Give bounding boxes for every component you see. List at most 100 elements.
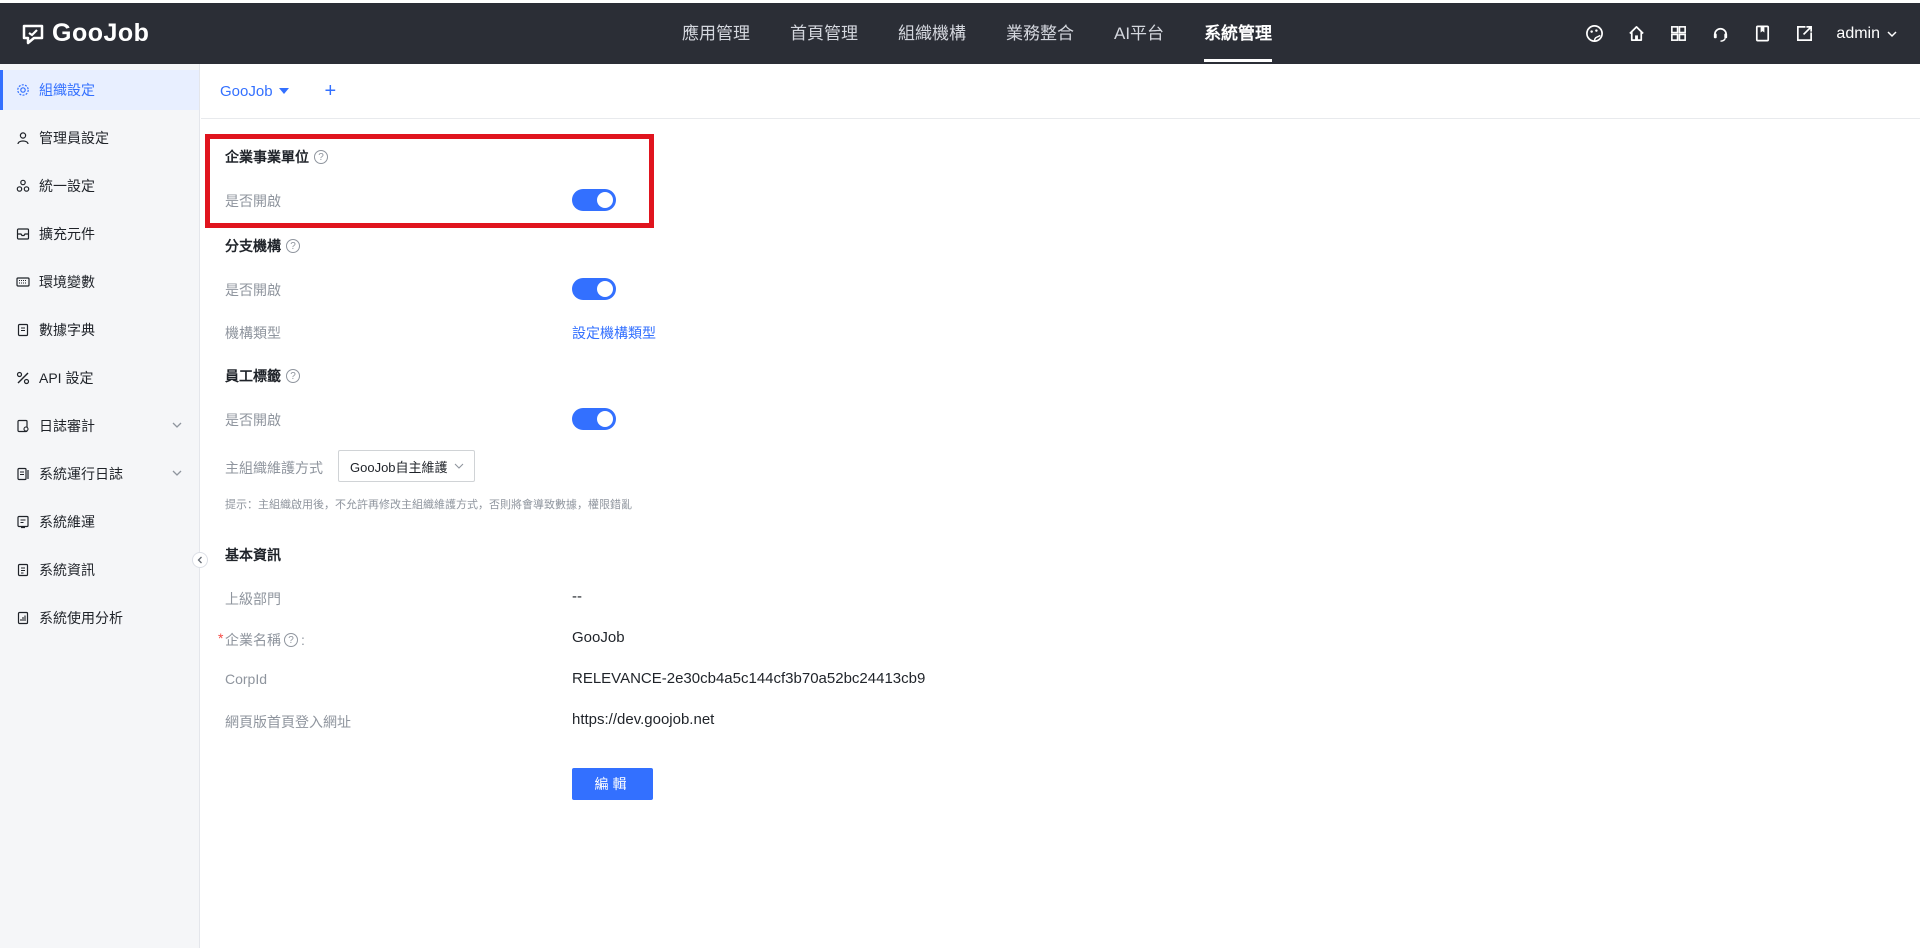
help-icon[interactable]: ? bbox=[286, 369, 300, 383]
sidebar-item-env-variables[interactable]: 環境變數 bbox=[0, 262, 199, 302]
analysis-icon bbox=[16, 611, 30, 625]
keyboard-icon bbox=[16, 275, 30, 289]
sidebar-item-label: 擴充元件 bbox=[39, 226, 95, 242]
maintain-mode-label: 主組織維護方式 bbox=[225, 460, 323, 476]
section-title-text: 員工標籤 bbox=[225, 368, 281, 384]
chevron-down-icon bbox=[172, 422, 182, 428]
sidebar-item-label: 統一設定 bbox=[39, 178, 95, 194]
add-org-button[interactable]: + bbox=[325, 81, 337, 101]
chevron-down-icon bbox=[172, 470, 182, 476]
support-icon[interactable] bbox=[1710, 24, 1730, 44]
bookmark-icon[interactable] bbox=[1752, 24, 1772, 44]
topnav-app-management[interactable]: 應用管理 bbox=[662, 3, 770, 64]
sidebar: 組織設定 管理員設定 統一設定 擴充元件 環境變數 數據字典 API 設定 日誌… bbox=[0, 64, 208, 948]
topnav-business-integration[interactable]: 業務整合 bbox=[986, 3, 1094, 64]
help-icon[interactable]: ? bbox=[284, 633, 298, 647]
topnav-organization[interactable]: 組織機構 bbox=[878, 3, 986, 64]
maintain-mode-select[interactable]: GooJob自主維護 bbox=[338, 450, 475, 482]
corpid-label: CorpId bbox=[225, 671, 268, 687]
sidebar-item-system-info[interactable]: 系統資訊 bbox=[0, 550, 199, 590]
sidebar-item-label: 系統運行日誌 bbox=[39, 466, 123, 482]
branch-type-label: 機構類型 bbox=[225, 325, 281, 341]
main-content: GooJob + 企業事業單位 ? 是否開啟 分支機構 ? 是否開啟 機構類型 … bbox=[201, 64, 1920, 948]
enterprise-unit-toggle[interactable] bbox=[572, 189, 616, 211]
sidebar-item-label: 系統維運 bbox=[39, 514, 95, 530]
org-tab-current[interactable]: GooJob bbox=[220, 83, 289, 100]
inbox-icon bbox=[16, 227, 30, 241]
branch-toggle[interactable] bbox=[572, 278, 616, 300]
enterprise-name-label: 企業名稱 ? : bbox=[225, 630, 305, 650]
sidebar-item-api-settings[interactable]: API 設定 bbox=[0, 358, 199, 398]
user-name: admin bbox=[1836, 24, 1880, 42]
enterprise-name-label-suffix: : bbox=[301, 632, 305, 648]
recycle-icon bbox=[16, 179, 30, 193]
logo-text: GooJob bbox=[52, 19, 150, 47]
required-mark: * bbox=[218, 630, 224, 646]
palette-icon[interactable] bbox=[1584, 24, 1604, 44]
enterprise-name-label-text: 企業名稱 bbox=[225, 632, 281, 648]
edit-button[interactable]: 編輯 bbox=[572, 768, 653, 800]
app-logo[interactable]: GooJob bbox=[22, 19, 149, 48]
section-title-text: 分支機構 bbox=[225, 238, 281, 254]
user-menu[interactable]: admin bbox=[1836, 25, 1898, 43]
sidebar-item-unified-settings[interactable]: 統一設定 bbox=[0, 166, 199, 206]
caret-down-icon bbox=[278, 88, 289, 94]
grid-icon[interactable] bbox=[1668, 24, 1688, 44]
top-right-tools: admin bbox=[1584, 3, 1898, 64]
section-title-basic-info: 基本資訊 bbox=[225, 545, 281, 565]
enterprise-name-value: GooJob bbox=[572, 629, 625, 646]
sidebar-item-admin-settings[interactable]: 管理員設定 bbox=[0, 118, 199, 158]
home-icon[interactable] bbox=[1626, 24, 1646, 44]
maintain-mode-value: GooJob自主維護 bbox=[350, 459, 448, 475]
sidebar-item-label: 系統使用分析 bbox=[39, 610, 123, 626]
corpid-value: RELEVANCE-2e30cb4a5c144cf3b70a52bc24413c… bbox=[572, 670, 926, 687]
user-icon bbox=[16, 131, 30, 145]
sidebar-item-org-settings[interactable]: 組織設定 bbox=[0, 70, 199, 110]
export-icon[interactable] bbox=[1794, 24, 1814, 44]
top-nav: 應用管理 首頁管理 組織機構 業務整合 AI平台 系統管理 bbox=[662, 3, 1292, 64]
section-title-text: 基本資訊 bbox=[225, 547, 281, 563]
chevron-down-icon bbox=[1887, 30, 1897, 37]
topnav-ai-platform[interactable]: AI平台 bbox=[1094, 3, 1184, 64]
maintain-mode-hint: 提示：主組織啟用後，不允許再修改主組織維護方式，否則將會導致數據，權限錯亂 bbox=[225, 499, 632, 511]
sidebar-item-log-audit[interactable]: 日誌審計 bbox=[0, 406, 199, 446]
gear-icon bbox=[16, 83, 30, 97]
org-tab-bar: GooJob + bbox=[201, 64, 1920, 119]
org-tab-label: GooJob bbox=[220, 82, 273, 100]
top-bar: GooJob 應用管理 首頁管理 組織機構 業務整合 AI平台 系統管理 adm… bbox=[0, 0, 1920, 64]
sidebar-item-label: 管理員設定 bbox=[39, 130, 109, 146]
employee-tag-toggle[interactable] bbox=[572, 408, 616, 430]
audit-icon bbox=[16, 419, 30, 433]
section-title-enterprise-unit: 企業事業單位 ? bbox=[225, 147, 328, 167]
section-title-employee-tag: 員工標籤 ? bbox=[225, 366, 300, 386]
sidebar-item-extensions[interactable]: 擴充元件 bbox=[0, 214, 199, 254]
log-icon bbox=[16, 467, 30, 481]
sidebar-item-label: 數據字典 bbox=[39, 322, 95, 338]
web-login-url-value: https://dev.goojob.net bbox=[572, 711, 715, 728]
set-branch-type-link[interactable]: 設定機構類型 bbox=[572, 323, 656, 343]
sidebar-item-data-dictionary[interactable]: 數據字典 bbox=[0, 310, 199, 350]
sidebar-item-label: API 設定 bbox=[39, 370, 94, 386]
api-icon bbox=[16, 371, 30, 385]
sidebar-item-system-maintenance[interactable]: 系統維運 bbox=[0, 502, 199, 542]
topnav-home-management[interactable]: 首頁管理 bbox=[770, 3, 878, 64]
sidebar-item-label: 組織設定 bbox=[39, 82, 95, 98]
info-doc-icon bbox=[16, 563, 30, 577]
sidebar-item-usage-analysis[interactable]: 系統使用分析 bbox=[0, 598, 199, 638]
logo-icon bbox=[22, 24, 44, 44]
web-login-url-label: 網頁版首頁登入網址 bbox=[225, 714, 351, 730]
chevron-down-icon bbox=[454, 463, 464, 469]
help-icon[interactable]: ? bbox=[314, 150, 328, 164]
employee-tag-enabled-label: 是否開啟 bbox=[225, 412, 281, 428]
section-title-text: 企業事業單位 bbox=[225, 149, 309, 165]
section-title-branch: 分支機構 ? bbox=[225, 236, 300, 256]
book-icon bbox=[16, 323, 30, 337]
sidebar-item-system-run-log[interactable]: 系統運行日誌 bbox=[0, 454, 199, 494]
maintenance-icon bbox=[16, 515, 30, 529]
branch-enabled-label: 是否開啟 bbox=[225, 282, 281, 298]
sidebar-item-label: 系統資訊 bbox=[39, 562, 95, 578]
parent-dept-label: 上級部門 bbox=[225, 591, 281, 607]
sidebar-item-label: 環境變數 bbox=[39, 274, 95, 290]
help-icon[interactable]: ? bbox=[286, 239, 300, 253]
topnav-system-management[interactable]: 系統管理 bbox=[1184, 3, 1292, 64]
